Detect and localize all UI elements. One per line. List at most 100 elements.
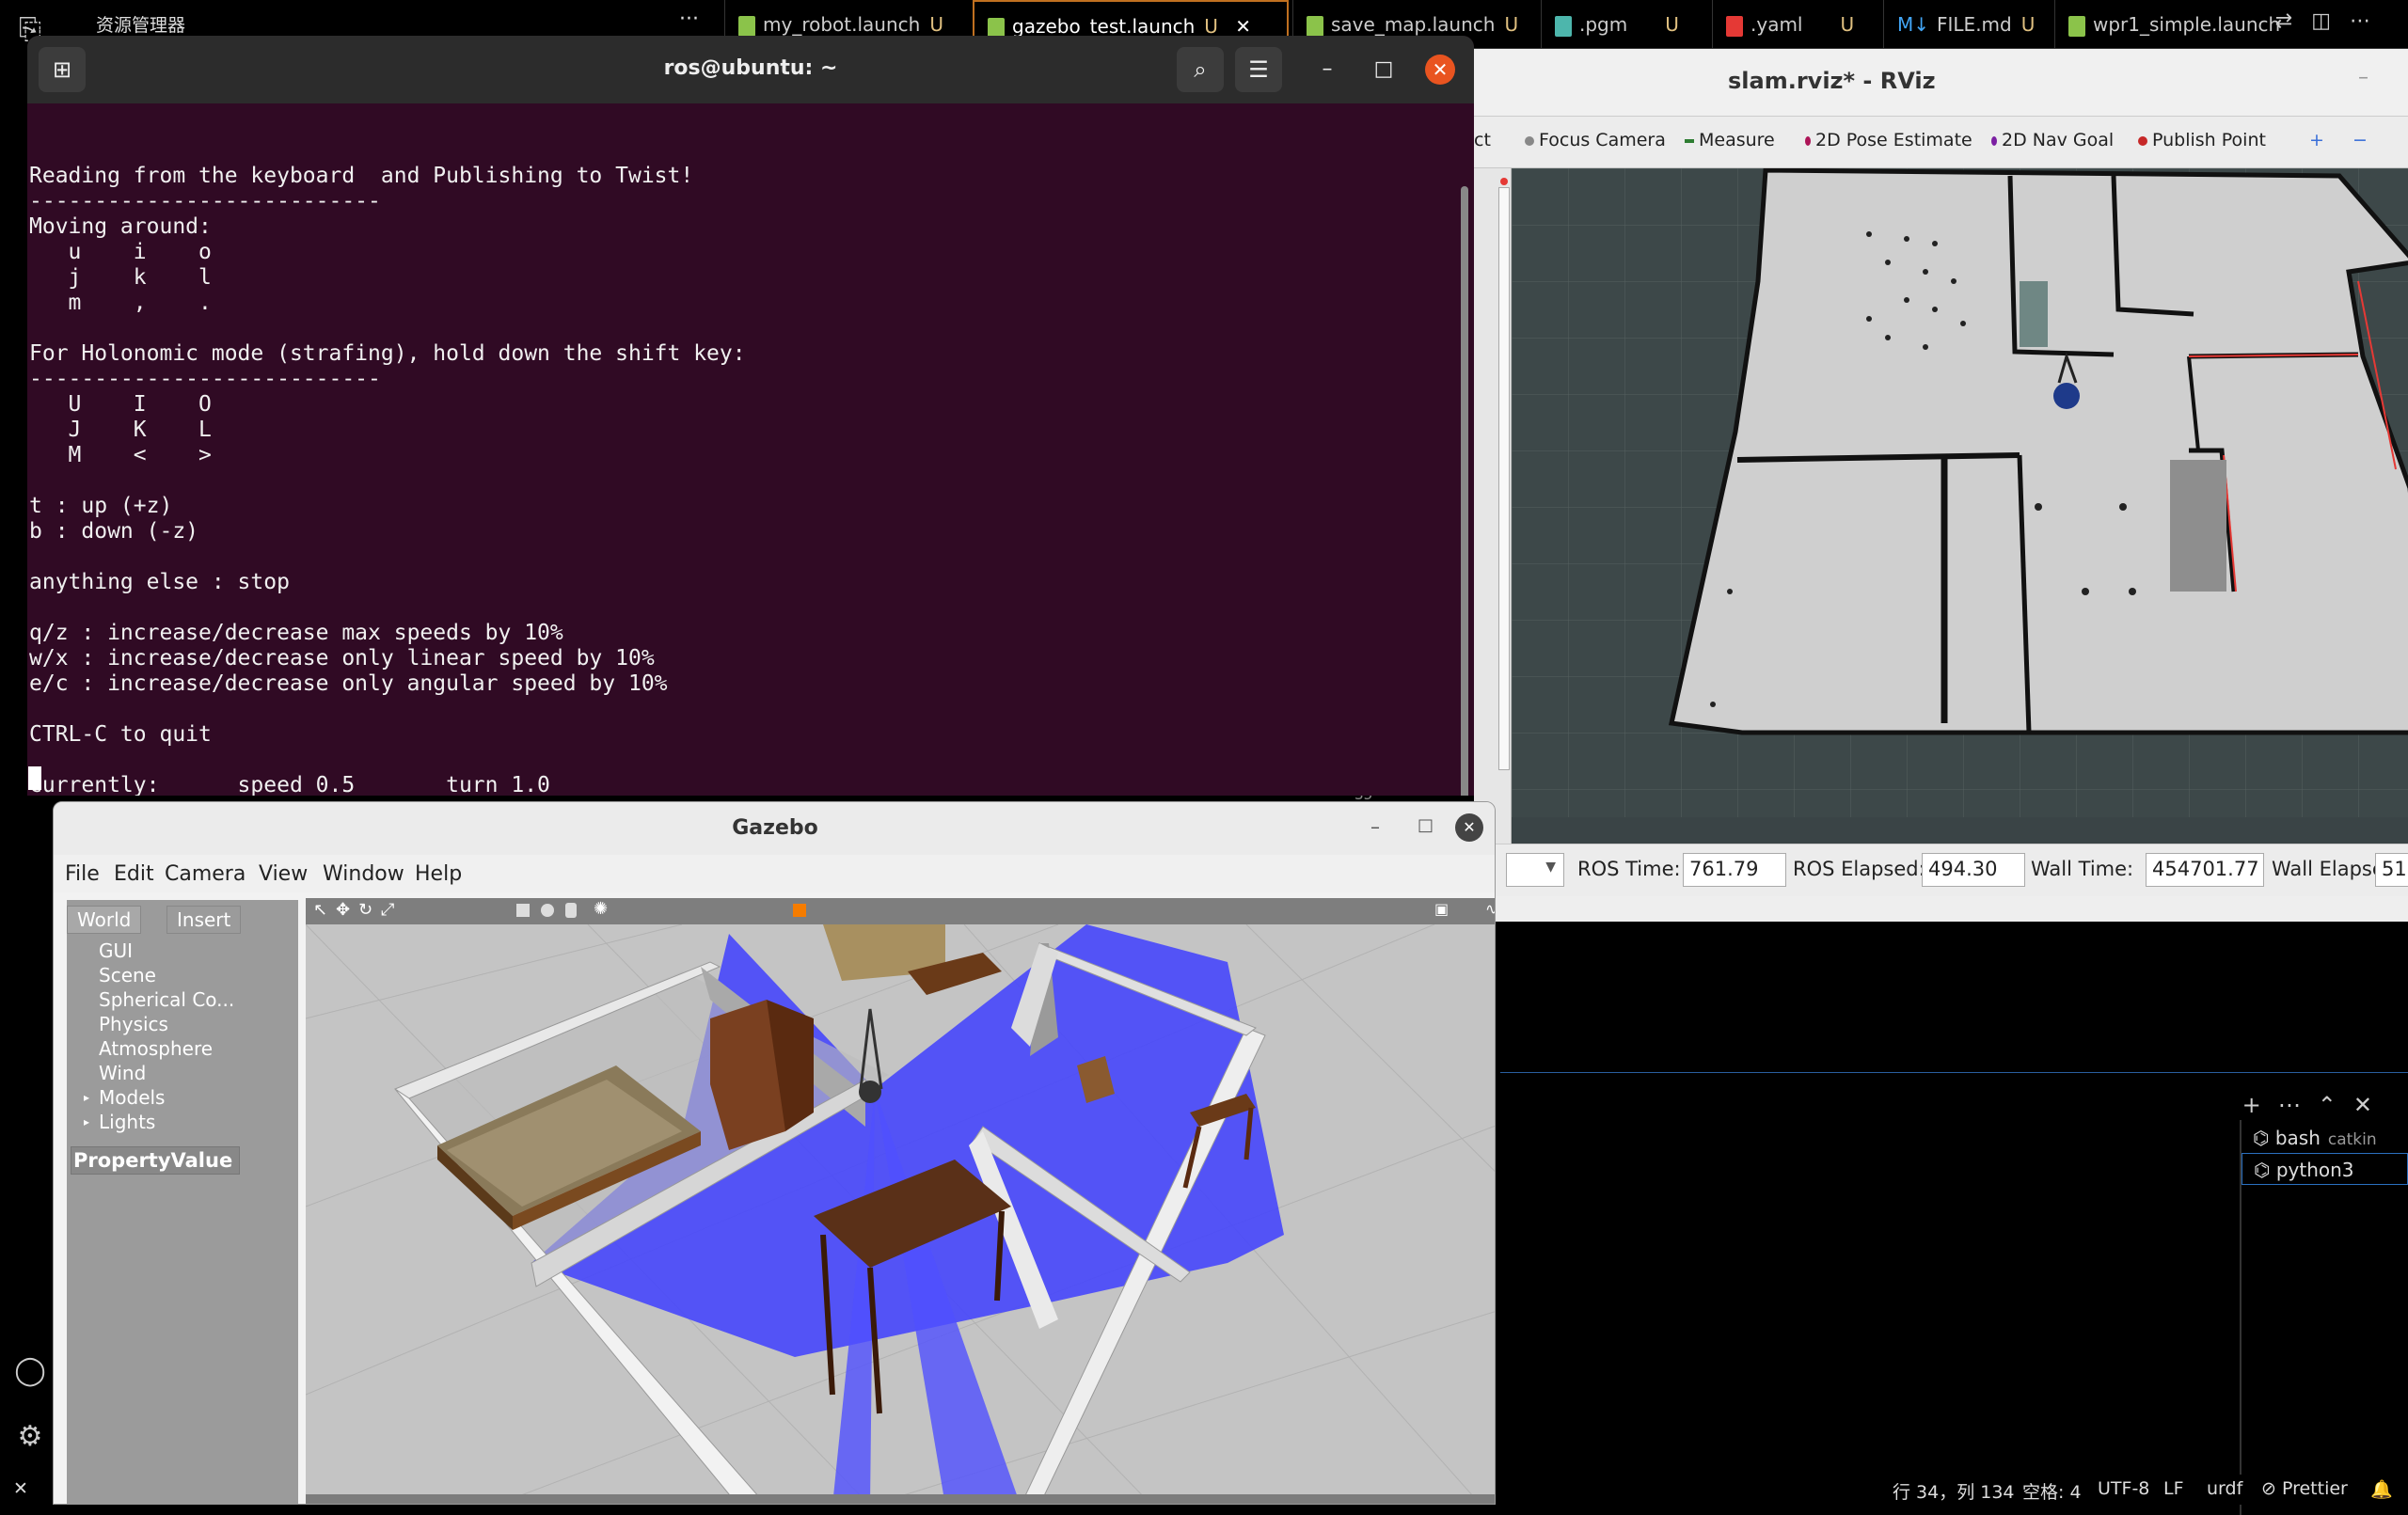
menu-edit[interactable]: Edit [114,862,154,886]
language-mode[interactable]: urdf [2207,1478,2242,1499]
terminal-item-bash[interactable]: ⌬ bash catkin [2242,1122,2408,1154]
gazebo-world-panel: World Insert GUI Scene Spherical Co... P… [67,900,298,1504]
markdown-icon: M↓ [1897,13,1930,36]
menu-help[interactable]: Help [415,862,462,886]
more-icon[interactable]: ⋯ [2350,9,2389,33]
menu-camera[interactable]: Camera [165,862,246,886]
tab-file-md[interactable]: M↓ FILE.md U [1883,0,2052,49]
gear-icon[interactable]: ⚙ [13,1420,47,1454]
maximize-icon[interactable]: □ [1369,55,1399,85]
account-icon[interactable]: ◯ [13,1354,47,1388]
terminal-line: --------------------------- [29,189,381,213]
minimize-icon[interactable]: – [2358,66,2368,89]
rviz-3d-view[interactable] [1512,167,2408,864]
plot-icon[interactable]: ∿ [1485,900,1495,918]
explorer-more-icon[interactable]: ··· [679,8,699,31]
tree-item-spherical-coordinates[interactable]: Spherical Co... [99,988,234,1011]
menu-view[interactable]: View [259,862,308,886]
box-shape-icon[interactable] [516,904,530,917]
rviz-tool-interact[interactable]: ct [1474,130,1491,150]
pose-estimate-button[interactable]: 2D Pose Estimate [1805,130,1972,150]
cylinder-shape-icon[interactable] [565,903,577,918]
more-icon[interactable]: ⋯ [2278,1092,2318,1118]
pose-estimate-icon [1805,135,1811,146]
focus-camera-button[interactable]: Focus Camera [1525,130,1666,150]
image-file-icon [1555,15,1572,37]
scale-tool-icon[interactable]: ⤢ [381,900,394,920]
split-editor-icon[interactable]: ◫ [2311,9,2350,33]
nav-goal-button[interactable]: 2D Nav Goal [1991,130,2114,150]
hamburger-menu-icon[interactable]: ☰ [1235,47,1282,92]
measure-icon [1685,138,1694,143]
terminal-lines: Reading from the keyboard and Publishing… [29,164,1472,796]
close-icon[interactable]: ✕ [1235,15,1251,38]
sphere-shape-icon[interactable] [541,904,554,917]
panel-scrollbar[interactable] [1498,187,1510,770]
line-ending[interactable]: LF [2163,1478,2184,1499]
yaml-file-icon [1726,15,1743,37]
minimize-icon[interactable]: – [1370,815,1380,838]
terminal-item-python3[interactable]: ⌬ python3 [2242,1153,2408,1185]
terminal-window: ⊞ ros@ubuntu: ~ ⌕ ☰ – □ ✕ Reading from t… [27,36,1474,796]
encoding[interactable]: UTF-8 [2098,1478,2149,1499]
maximize-icon[interactable]: □ [1418,815,1434,835]
time-mode-select[interactable]: ▼ [1506,853,1564,887]
tab-yaml[interactable]: .yaml U [1712,0,1881,49]
terminal-scrollbar[interactable] [1461,186,1468,796]
rviz-displays-panel-edge[interactable] [1474,168,1512,844]
tree-item-atmosphere[interactable]: Atmosphere [99,1037,213,1060]
tree-item-physics[interactable]: Physics [99,1013,168,1035]
menu-file[interactable]: File [65,862,100,886]
zoom-in-icon[interactable]: + [2309,130,2324,150]
explorer-title: 资源管理器 [96,15,186,36]
screenshot-icon[interactable]: ▣ [1434,900,1449,918]
notifications-icon[interactable]: 🔔 [2370,1478,2393,1500]
ros-time-value: 761.79 [1683,853,1786,887]
gazebo-3d-view[interactable] [306,924,1495,1504]
tree-item-gui[interactable]: GUI [99,939,133,962]
tab-world[interactable]: World [67,906,142,934]
select-tool-icon[interactable]: ↖ [313,900,327,920]
source-control-icon[interactable]: ⇄ [2275,9,2311,33]
tree-item-wind[interactable]: Wind [99,1062,146,1084]
gazebo-toolbar: ↖ ✥ ↻ ⤢ ✺ ▣ ∿ [306,898,1495,924]
terminal-line: j k l [29,265,212,290]
editor-actions[interactable]: ⇄◫⋯ [2275,9,2389,33]
terminal-line: CTRL-C to quit [29,722,212,747]
publish-point-button[interactable]: Publish Point [2138,130,2266,150]
cursor-position[interactable]: 行 34，列 134 [1893,1478,2015,1504]
prettier-status[interactable]: ⊘ Prettier [2261,1478,2348,1499]
zoom-out-icon[interactable]: − [2353,130,2368,150]
menu-window[interactable]: Window [323,862,404,886]
search-icon[interactable]: ⌕ [1177,47,1224,92]
record-icon [1500,178,1508,185]
new-terminal-icon[interactable]: + [2242,1092,2278,1118]
tree-item-scene[interactable]: Scene [99,964,156,986]
close-icon[interactable]: ✕ [1455,813,1483,842]
terminal-output[interactable]: Reading from the keyboard and Publishing… [27,103,1474,796]
minimize-icon[interactable]: – [1312,55,1342,85]
tree-item-lights[interactable]: ▸ Lights [84,1111,155,1133]
simulation-scene [306,924,1495,1504]
measure-button[interactable]: Measure [1685,130,1775,150]
tab-insert[interactable]: Insert [166,906,242,934]
tab-wpr1-simple-launch[interactable]: wpr1_simple.launch [2054,0,2308,49]
tab-pgm[interactable]: .pgm U [1541,0,1710,49]
launch-file-icon [1307,15,1323,37]
chevron-right-icon: ▸ [84,1115,90,1128]
remote-icon[interactable]: ✕ [13,1478,28,1499]
light-icon[interactable]: ✺ [594,899,608,919]
indentation[interactable]: 空格: 4 [2022,1478,2082,1504]
tree-item-models[interactable]: ▸ Models [84,1086,165,1109]
close-icon[interactable]: ✕ [1425,55,1455,85]
orange-cube-icon[interactable] [793,904,806,917]
launch-file-icon [738,15,755,37]
translate-tool-icon[interactable]: ✥ [336,900,350,920]
maximize-panel-icon[interactable]: ⌃ [2318,1092,2353,1118]
gazebo-bottom-toolbar [306,1494,1495,1504]
gazebo-title-bar: Gazebo – □ ✕ [54,802,1495,855]
rotate-tool-icon[interactable]: ↻ [358,900,372,920]
close-icon[interactable]: ✕ [2353,1092,2389,1118]
occupancy-map [1512,167,2408,817]
